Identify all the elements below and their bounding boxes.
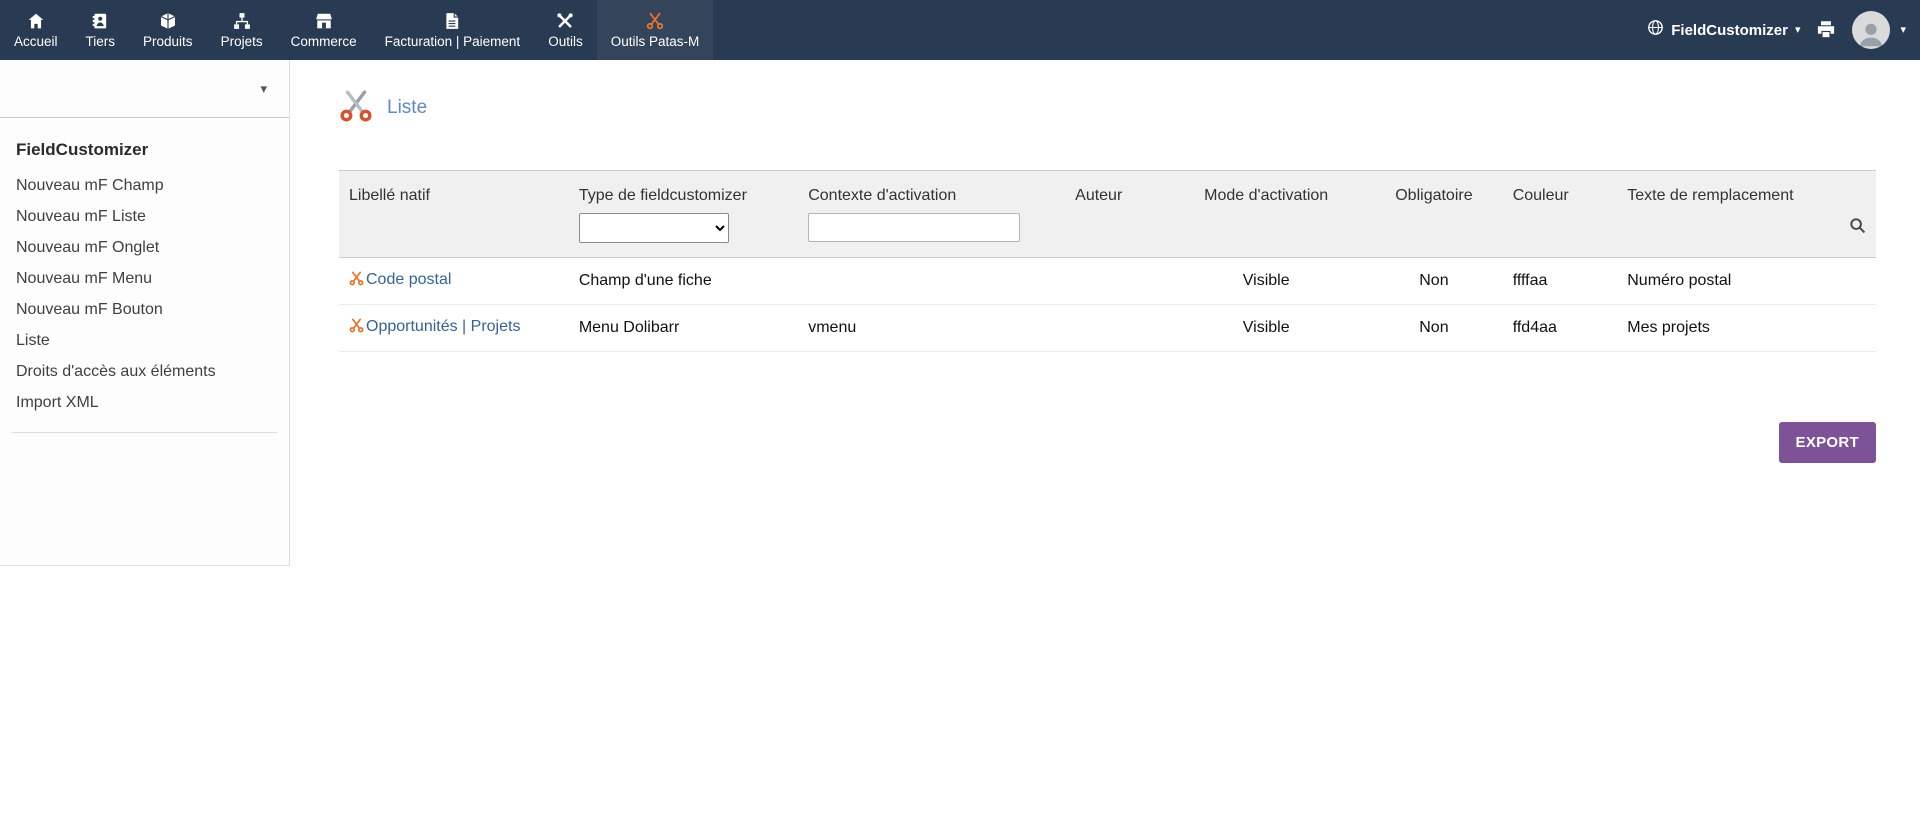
sidebar-item-nouveau-mf-champ[interactable]: Nouveau mF Champ [0,170,289,201]
main-content: Liste Libellé natif Type de fieldcustomi… [291,86,1920,463]
main-menu: Accueil Tiers Produits Projets Commerce [0,0,713,60]
table-filter-row [339,211,1876,258]
cell-mode: Visible [1167,257,1365,304]
row-link[interactable]: Opportunités | Projets [366,318,520,335]
print-button[interactable] [1816,20,1836,40]
sitemap-icon [233,11,251,31]
avatar[interactable] [1852,11,1890,49]
table-row: Code postal Champ d'une fiche Visible No… [339,257,1876,304]
top-navbar: Accueil Tiers Produits Projets Commerce [0,0,1920,60]
sidebar-item-droits-acces[interactable]: Droits d'accès aux éléments [0,356,289,387]
page-title: Liste [387,97,427,119]
export-button[interactable]: EXPORT [1779,422,1876,463]
nav-label: Produits [143,34,193,49]
navbar-right: FieldCustomizer ▾ ▾ [1647,0,1920,60]
nav-label: Projets [221,34,263,49]
col-libelle-natif: Libellé natif [339,171,569,211]
sidebar-item-nouveau-mf-menu[interactable]: Nouveau mF Menu [0,263,289,294]
nav-item-outils[interactable]: Outils [534,0,597,60]
tools-icon [556,11,574,31]
cell-obligatoire: Non [1365,257,1503,304]
page-title-bar: Liste [339,86,1876,130]
filter-contexte-input[interactable] [808,213,1020,242]
home-icon [27,11,45,31]
table-row: Opportunités | Projets Menu Dolibarr vme… [339,304,1876,351]
scissors-icon [646,11,664,31]
cell-texte: Mes projets [1617,304,1876,351]
filter-type-select[interactable] [579,213,729,243]
sidebar-menu: Nouveau mF Champ Nouveau mF Liste Nouvea… [0,170,289,418]
scissors-icon [349,318,364,338]
fieldcustomizer-list-table: Libellé natif Type de fieldcustomizer Co… [339,170,1876,352]
col-obligatoire: Obligatoire [1365,171,1503,211]
cell-auteur [1030,257,1167,304]
cell-type: Champ d'une fiche [569,257,798,304]
chevron-down-icon[interactable]: ▾ [1900,25,1906,36]
nav-item-facturation[interactable]: Facturation | Paiement [371,0,535,60]
module-label: FieldCustomizer [1671,22,1788,39]
scissors-icon [339,89,373,128]
nav-item-projets[interactable]: Projets [207,0,277,60]
nav-label: Facturation | Paiement [385,34,521,49]
scissors-icon [349,271,364,291]
cell-contexte [798,257,1030,304]
nav-item-outils-patas-m[interactable]: Outils Patas-M [597,0,714,60]
nav-label: Outils Patas-M [611,34,700,49]
cell-texte: Numéro postal [1617,257,1876,304]
sidebar-heading: FieldCustomizer [0,118,289,170]
cube-icon [159,11,177,31]
col-couleur: Couleur [1503,171,1618,211]
sidebar-combobox[interactable]: ▾ [0,60,289,118]
globe-icon [1647,19,1664,41]
cell-couleur: ffd4aa [1503,304,1618,351]
sidebar-item-nouveau-mf-bouton[interactable]: Nouveau mF Bouton [0,294,289,325]
address-book-icon [91,11,109,31]
cell-obligatoire: Non [1365,304,1503,351]
nav-label: Accueil [14,34,58,49]
nav-label: Commerce [291,34,357,49]
nav-item-produits[interactable]: Produits [129,0,207,60]
nav-item-accueil[interactable]: Accueil [0,0,72,60]
row-link[interactable]: Code postal [366,271,451,288]
nav-label: Outils [548,34,583,49]
sidebar-item-nouveau-mf-onglet[interactable]: Nouveau mF Onglet [0,232,289,263]
table-header-row: Libellé natif Type de fieldcustomizer Co… [339,171,1876,211]
col-auteur: Auteur [1030,171,1167,211]
col-type: Type de fieldcustomizer [569,171,798,211]
sidebar-item-import-xml[interactable]: Import XML [0,387,289,418]
nav-item-commerce[interactable]: Commerce [277,0,371,60]
sidebar-item-liste[interactable]: Liste [0,325,289,356]
chevron-down-icon: ▾ [260,81,267,97]
nav-label: Tiers [86,34,116,49]
cell-type: Menu Dolibarr [569,304,798,351]
cell-mode: Visible [1167,304,1365,351]
module-switcher[interactable]: FieldCustomizer ▾ [1647,19,1800,41]
col-texte-remplacement: Texte de remplacement [1617,171,1876,211]
left-sidebar: ▾ FieldCustomizer Nouveau mF Champ Nouve… [0,60,290,566]
invoice-icon [443,11,461,31]
cell-contexte: vmenu [798,304,1030,351]
divider [12,432,277,433]
actions-bar: EXPORT [339,422,1876,463]
chevron-down-icon: ▾ [1795,25,1801,36]
sidebar-item-nouveau-mf-liste[interactable]: Nouveau mF Liste [0,201,289,232]
cell-auteur [1030,304,1167,351]
col-contexte: Contexte d'activation [798,171,1030,211]
cell-couleur: ffffaa [1503,257,1618,304]
search-icon[interactable] [1849,221,1866,238]
col-mode: Mode d'activation [1167,171,1365,211]
store-icon [315,11,333,31]
nav-item-tiers[interactable]: Tiers [72,0,130,60]
